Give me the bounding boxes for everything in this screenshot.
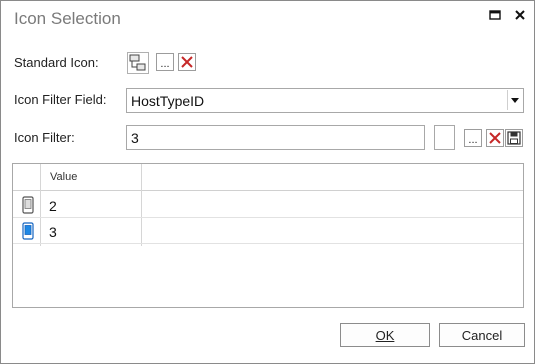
icon-filter-input[interactable]: 3 xyxy=(126,125,425,150)
icon-filter-value: 3 xyxy=(131,129,139,146)
ok-button[interactable]: OK xyxy=(340,323,430,347)
host-tree-icon xyxy=(127,52,149,74)
cancel-button[interactable]: Cancel xyxy=(439,323,525,347)
filter-icon-preview[interactable] xyxy=(434,125,455,150)
icon-filter-field-label: Icon Filter Field: xyxy=(14,92,107,107)
icon-selection-dialog: Icon Selection Standard Icon: ... Icon F… xyxy=(0,0,535,364)
standard-icon-label: Standard Icon: xyxy=(14,55,99,70)
chevron-down-icon[interactable] xyxy=(507,90,522,110)
icon-filter-label: Icon Filter: xyxy=(14,130,75,145)
grid-header: Value xyxy=(13,164,523,191)
save-disk-icon xyxy=(507,131,521,145)
delete-x-icon xyxy=(181,56,193,68)
mobile-phone-gray-icon xyxy=(22,196,34,217)
row-value: 2 xyxy=(49,198,57,214)
close-icon[interactable] xyxy=(513,8,527,22)
icon-filter-save-button[interactable] xyxy=(505,129,523,147)
icon-filter-browse-button[interactable]: ... xyxy=(464,129,482,147)
dialog-title: Icon Selection xyxy=(14,9,121,28)
delete-x-icon xyxy=(489,132,501,144)
icon-filter-field-value: HostTypeID xyxy=(131,92,205,109)
standard-icon-browse-button[interactable]: ... xyxy=(156,53,174,71)
column-header-value[interactable]: Value xyxy=(50,171,77,183)
mobile-phone-blue-icon xyxy=(22,222,34,243)
icon-filter-clear-button[interactable] xyxy=(486,129,504,147)
icon-filter-field-select[interactable]: HostTypeID xyxy=(126,88,524,113)
icon-values-grid: Value 2 3 xyxy=(12,163,524,308)
standard-icon-clear-button[interactable] xyxy=(178,53,196,71)
table-row[interactable]: 2 xyxy=(13,193,523,218)
standard-icon-preview[interactable] xyxy=(127,52,149,74)
row-value: 3 xyxy=(49,224,57,240)
maximize-icon[interactable] xyxy=(488,8,502,22)
table-row[interactable]: 3 xyxy=(13,219,523,244)
